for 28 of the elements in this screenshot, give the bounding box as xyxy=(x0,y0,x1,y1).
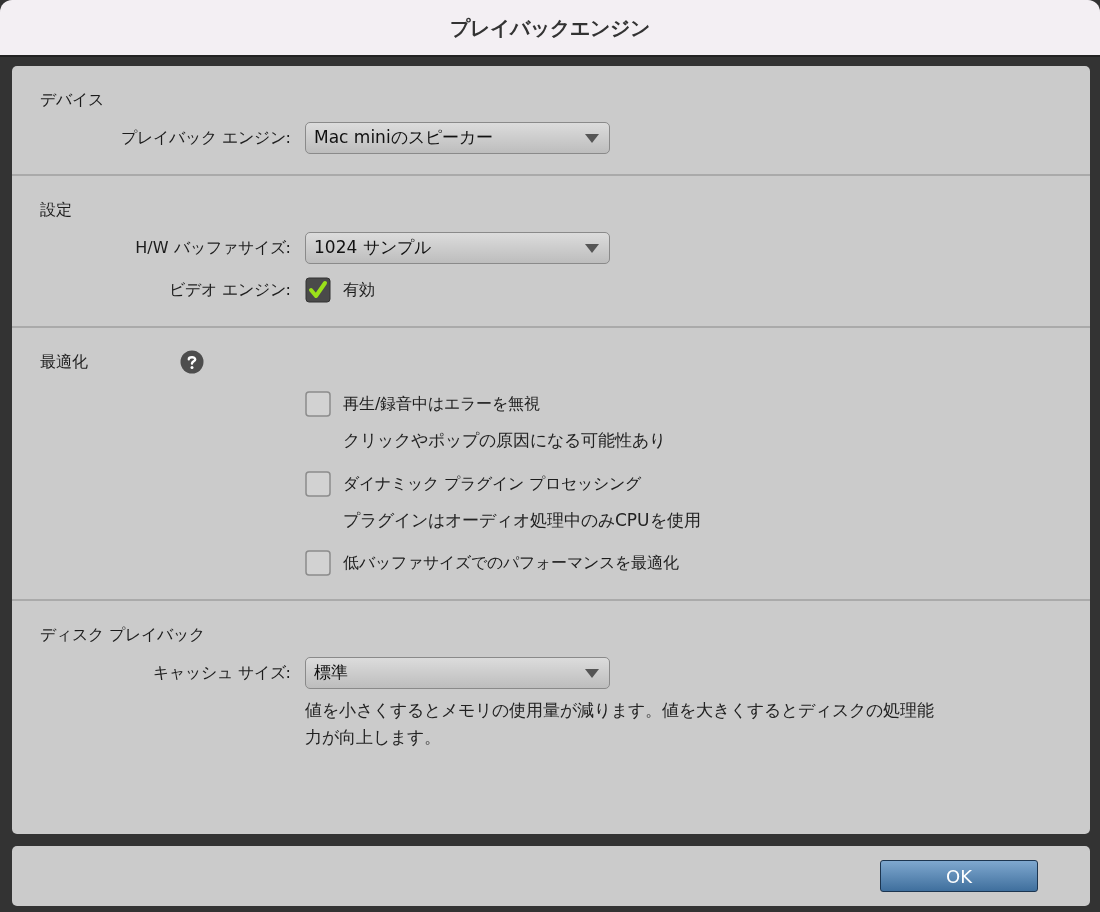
caret-icon xyxy=(585,668,599,678)
checkbox-label: 低バッファサイズでのパフォーマンスを最適化 xyxy=(343,552,679,574)
caret-icon xyxy=(585,243,599,253)
checkbox[interactable] xyxy=(305,550,331,576)
section-heading: デバイス xyxy=(40,89,105,111)
field-label: プレイバック エンジン: xyxy=(120,127,292,149)
ok-button[interactable]: OK xyxy=(880,860,1038,892)
checkbox-label: 有効 xyxy=(343,279,375,301)
checkbox[interactable] xyxy=(305,470,331,497)
dropdown[interactable]: 1024 サンプル xyxy=(305,232,610,264)
window-title: プレイバックエンジン xyxy=(450,14,650,42)
help-icon[interactable] xyxy=(180,350,204,374)
section-heading: ディスク プレイバック xyxy=(40,624,206,646)
help-text: 値を小さくするとメモリの使用量が減ります。値を大きくするとディスクの処理能力が向上します。 xyxy=(305,699,935,750)
dropdown[interactable]: Mac miniのスピーカー xyxy=(305,122,610,154)
field-label: ビデオ エンジン: xyxy=(168,279,292,301)
field-label: キャッシュ サイズ: xyxy=(152,662,292,684)
dropdown[interactable]: 標準 xyxy=(305,657,610,689)
help-text: プラグインはオーディオ処理中のみCPUを使用 xyxy=(343,509,701,530)
checkbox[interactable] xyxy=(305,391,331,417)
section-heading: 設定 xyxy=(40,199,73,221)
checkbox-label: ダイナミック プラグイン プロセッシング xyxy=(343,472,642,495)
field-label: H/W バッファサイズ: xyxy=(135,237,292,259)
caret-icon xyxy=(585,133,599,143)
checkbox-label: 再生/録音中はエラーを無視 xyxy=(343,393,541,415)
section-heading: 最適化 xyxy=(40,351,89,373)
help-text: クリックやポップの原因になる可能性あり xyxy=(343,430,666,450)
checkbox[interactable] xyxy=(305,277,331,303)
